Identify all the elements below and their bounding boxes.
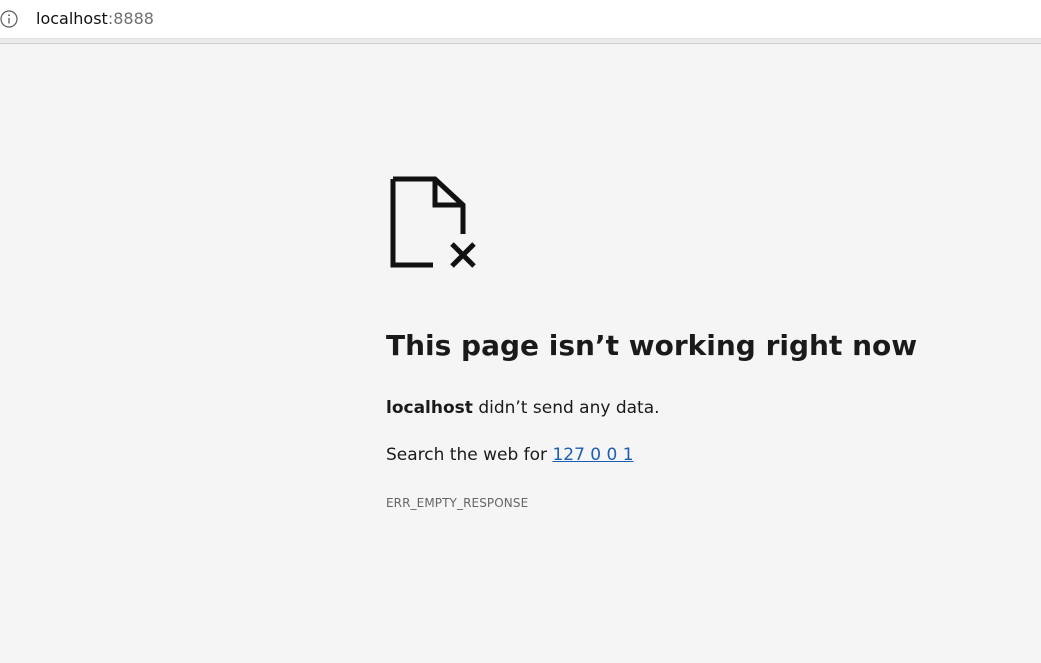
info-icon[interactable] xyxy=(0,10,18,28)
url-host: localhost xyxy=(36,9,108,28)
error-host: localhost xyxy=(386,398,473,418)
search-link[interactable]: 127 0 0 1 xyxy=(552,445,633,465)
broken-document-icon xyxy=(390,176,476,268)
address-bar[interactable]: localhost:8888 xyxy=(0,0,1041,39)
search-suggestion: Search the web for 127 0 0 1 xyxy=(386,443,634,467)
url-port: :8888 xyxy=(107,9,154,28)
error-description: localhost didn’t send any data. xyxy=(386,396,660,420)
error-code: ERR_EMPTY_RESPONSE xyxy=(386,496,529,510)
url-field[interactable]: localhost:8888 xyxy=(36,9,154,29)
error-description-text: didn’t send any data. xyxy=(472,398,660,418)
search-prefix: Search the web for xyxy=(386,445,553,465)
page-title: This page isn’t working right now xyxy=(386,329,918,362)
address-bar-divider xyxy=(0,39,1041,44)
